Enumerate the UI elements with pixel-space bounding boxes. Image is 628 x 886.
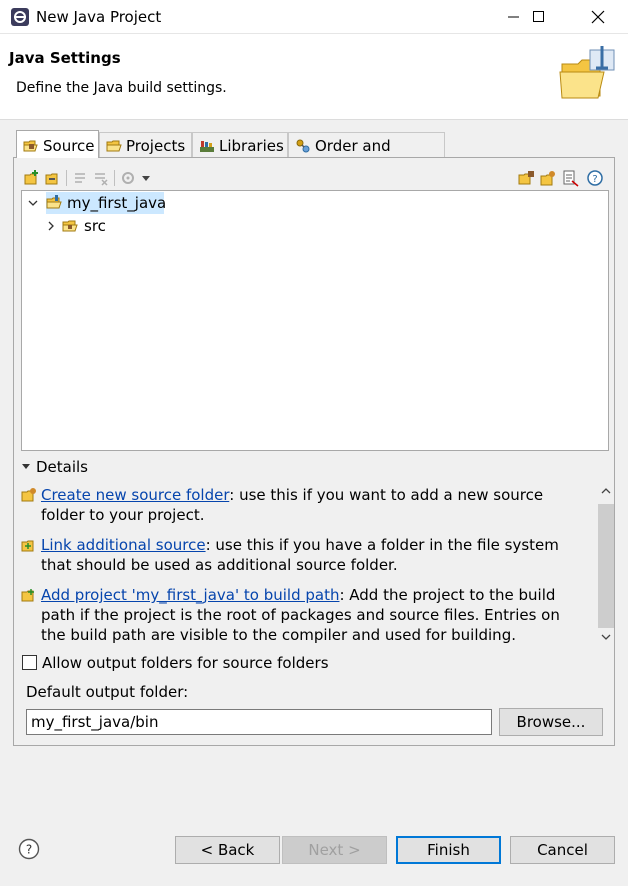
tree-item-project[interactable]: my_first_java: [26, 192, 226, 214]
java-folder-wizard-icon: [559, 46, 615, 99]
cancel-button[interactable]: Cancel: [510, 836, 615, 864]
allow-output-folders-label: Allow output folders for source folders: [42, 654, 329, 672]
details-content: Create new source folder: use this if yo…: [21, 482, 614, 650]
svg-text:?: ?: [592, 174, 597, 185]
chevron-down-icon[interactable]: [140, 169, 152, 187]
details-heading: Details: [36, 458, 89, 476]
tree-item-src[interactable]: src: [44, 215, 194, 237]
source-tab-panel: ? my_first_java src Details Create new s…: [13, 157, 615, 746]
svg-text:?: ?: [26, 843, 32, 857]
detail-add-project-build-path: Add project 'my_first_java' to build pat…: [21, 585, 571, 645]
tree-item-label: src: [84, 217, 106, 235]
libraries-icon: [200, 141, 214, 152]
next-button: Next >: [282, 836, 387, 864]
scroll-up-icon[interactable]: [597, 482, 615, 500]
add-project-build-path-link[interactable]: Add project 'my_first_java' to build pat…: [41, 586, 339, 604]
edit-icon[interactable]: [72, 169, 90, 187]
tab-projects-label: Projects: [126, 137, 186, 155]
configure-icon[interactable]: [120, 169, 138, 187]
page-title: Java Settings: [9, 49, 121, 67]
browse-button[interactable]: Browse...: [499, 708, 603, 736]
create-source-folder-link[interactable]: Create new source folder: [41, 486, 229, 504]
link-source-icon[interactable]: [44, 169, 62, 187]
tab-libraries-label: Libraries: [219, 137, 284, 155]
help-icon[interactable]: ?: [586, 169, 604, 187]
allow-output-folders-checkbox[interactable]: [22, 655, 37, 670]
tab-order-export[interactable]: Order and Export: [288, 132, 445, 181]
tab-source-label: Source: [43, 137, 95, 155]
source-folder-options-icon[interactable]: [540, 169, 558, 187]
page-description: Define the Java build settings.: [16, 80, 227, 96]
default-output-folder-input[interactable]: my_first_java/bin: [26, 709, 492, 735]
help-icon[interactable]: ?: [18, 838, 40, 860]
toolbar-separator: [66, 170, 67, 186]
window-title: New Java Project: [36, 8, 162, 26]
back-button[interactable]: < Back: [175, 836, 280, 864]
tab-libraries[interactable]: Libraries: [192, 132, 288, 158]
details-scrollbar[interactable]: [597, 482, 615, 650]
source-toolbar: ?: [22, 166, 610, 190]
tab-projects[interactable]: Projects: [99, 132, 192, 158]
close-icon[interactable]: [575, 0, 621, 34]
tab-source[interactable]: Source: [16, 130, 99, 158]
wizard-header: Java Settings Define the Java build sett…: [0, 34, 628, 120]
add-folder-icon[interactable]: [24, 169, 42, 187]
new-source-folder-icon[interactable]: [518, 169, 536, 187]
order-export-icon: [296, 139, 310, 153]
toolbar-separator: [114, 170, 115, 186]
filter-icon[interactable]: [562, 169, 580, 187]
remove-icon[interactable]: [92, 169, 110, 187]
tree-item-label: my_first_java: [67, 194, 167, 212]
chevron-down-icon[interactable]: [26, 192, 40, 214]
detail-create-source-folder: Create new source folder: use this if yo…: [21, 485, 571, 525]
maximize-icon[interactable]: [516, 0, 562, 34]
link-source-icon: [21, 540, 34, 552]
detail-link-additional-source: Link additional source: use this if you …: [21, 535, 571, 575]
eclipse-icon: [11, 8, 29, 26]
new-source-folder-icon: [21, 488, 36, 502]
scroll-down-icon[interactable]: [597, 628, 615, 646]
collapse-triangle-icon: [22, 464, 30, 469]
title-bar: New Java Project: [0, 0, 628, 34]
projects-icon: [106, 140, 122, 152]
source-tree[interactable]: my_first_java src: [21, 190, 609, 451]
chevron-right-icon[interactable]: [44, 215, 58, 237]
add-to-build-path-icon: [21, 589, 34, 602]
finish-button[interactable]: Finish: [396, 836, 501, 864]
default-output-folder-label: Default output folder:: [26, 683, 189, 701]
java-project-icon: [46, 195, 62, 209]
package-folder-icon: [62, 220, 78, 232]
link-additional-source-link[interactable]: Link additional source: [41, 536, 206, 554]
scrollbar-thumb[interactable]: [598, 504, 614, 628]
source-folder-icon: [23, 140, 38, 152]
